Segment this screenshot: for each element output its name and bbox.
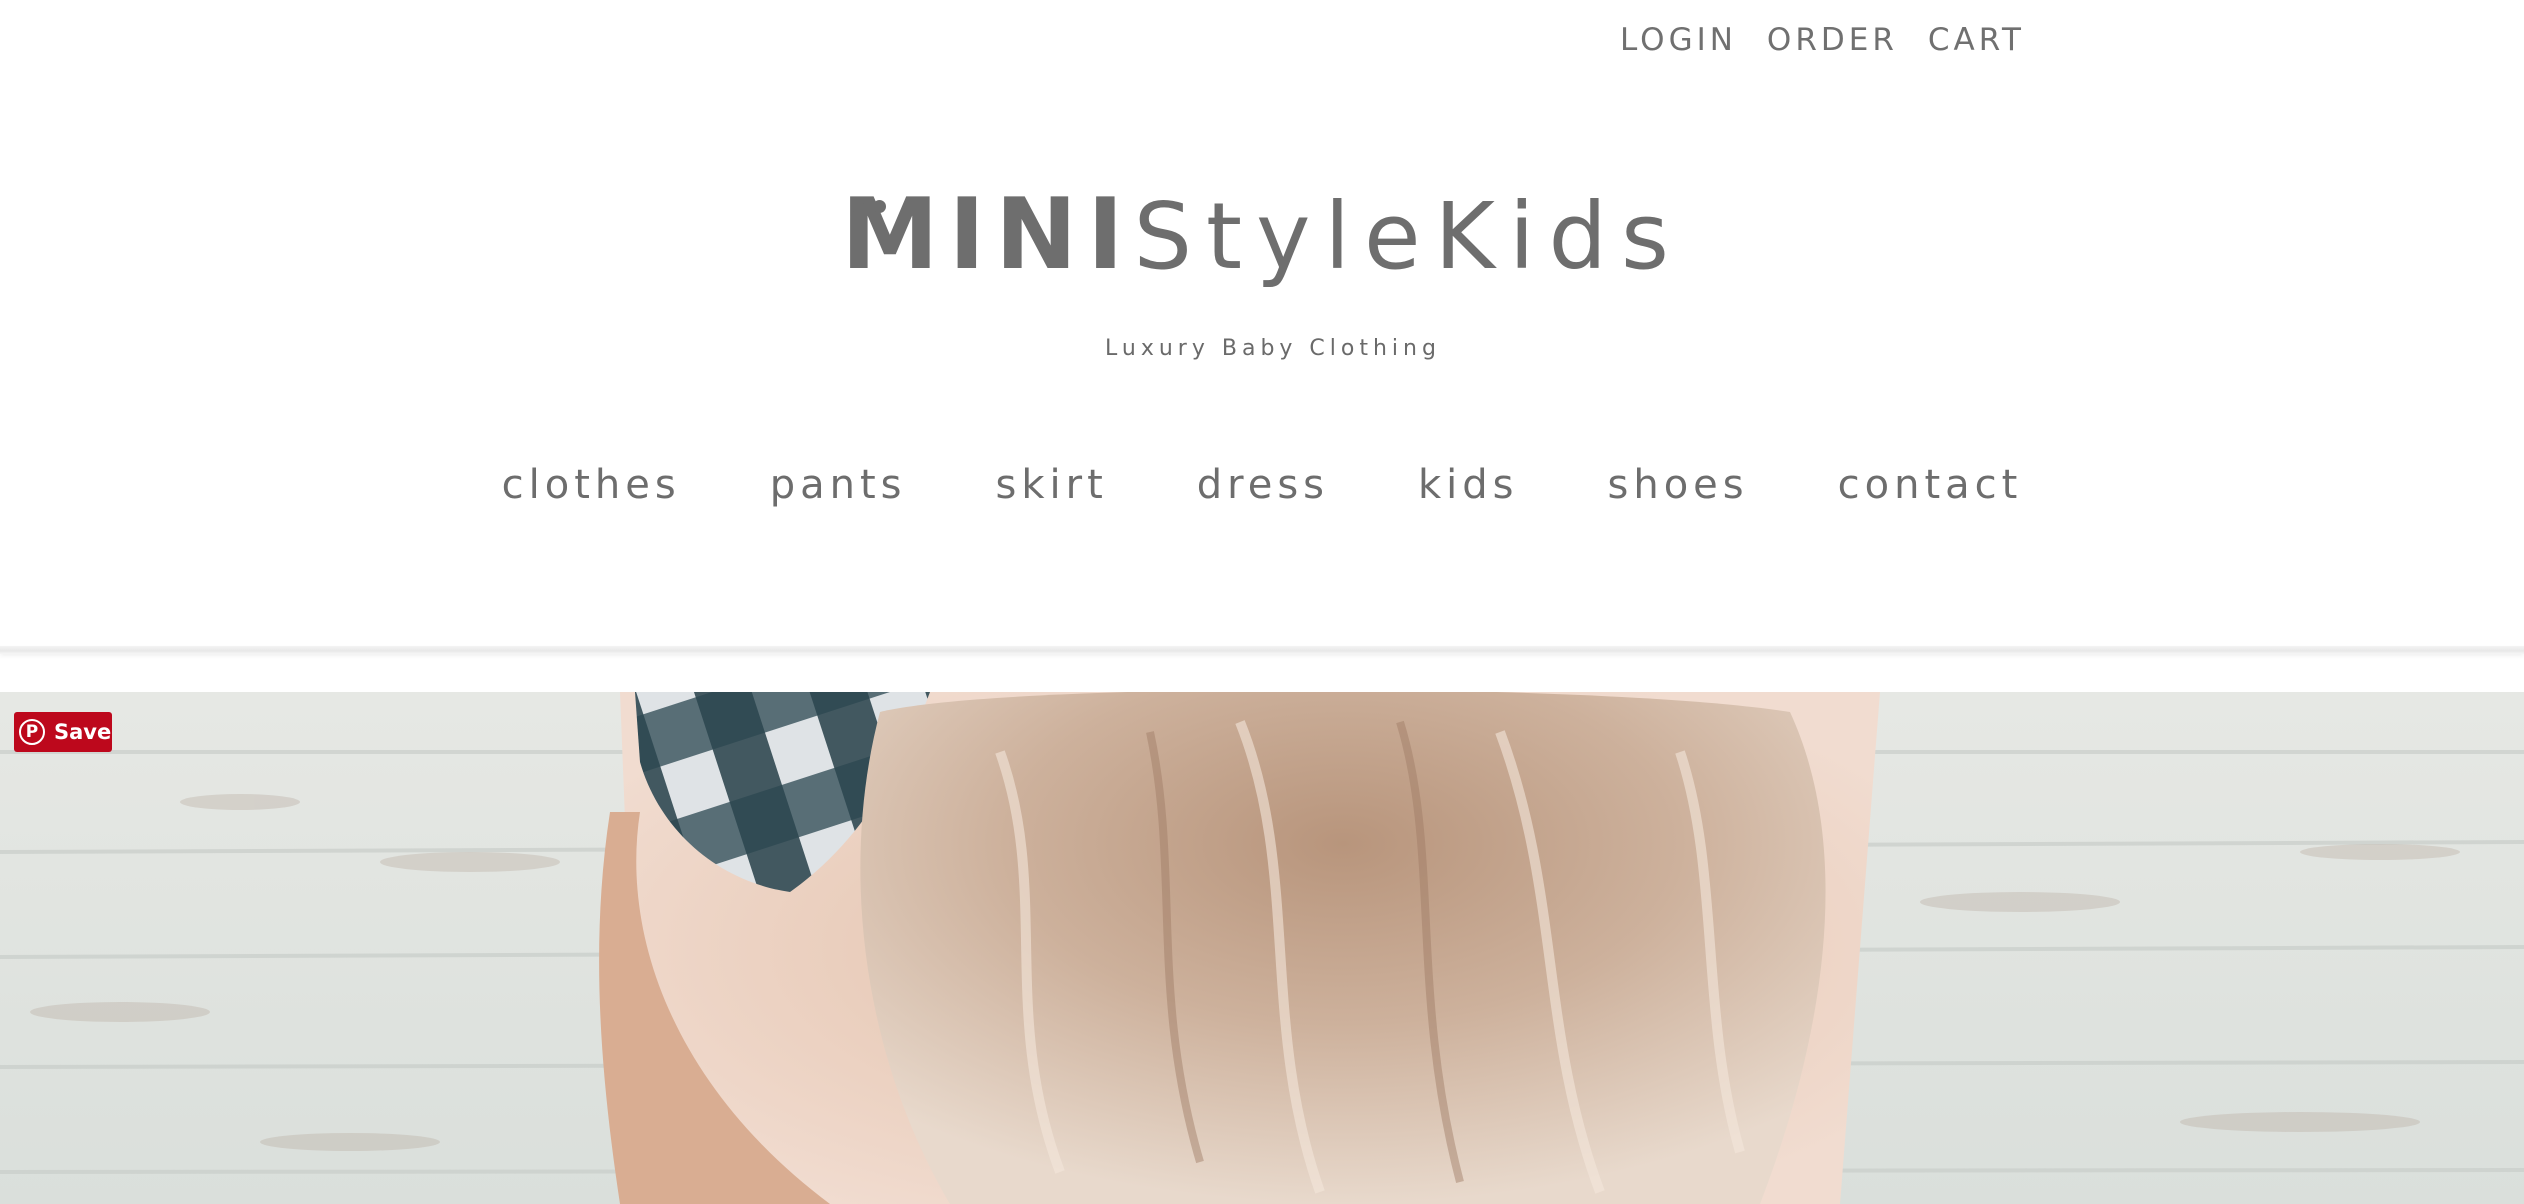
logo-mini-text: MINI (841, 178, 1134, 292)
cart-link[interactable]: CART (1928, 22, 2025, 58)
nav-item-pants[interactable]: pants (770, 462, 907, 508)
site-logo[interactable]: MINIStyleKids Luxury Baby Clothing (0, 180, 2524, 404)
nav-item-skirt[interactable]: skirt (996, 462, 1108, 508)
hero-photo-illustration (0, 692, 2524, 1204)
pinterest-save-button[interactable]: P Save (14, 712, 112, 752)
hero-image (0, 692, 2524, 1204)
pinterest-save-label: Save (54, 720, 112, 744)
main-nav: clothes pants skirt dress kids shoes con… (0, 462, 2524, 508)
order-link[interactable]: ORDER (1767, 22, 1898, 58)
utility-nav: LOGIN ORDER CART (1620, 22, 2025, 58)
pinterest-icon: P (19, 719, 45, 745)
nav-item-clothes[interactable]: clothes (502, 462, 681, 508)
nav-item-dress[interactable]: dress (1197, 462, 1329, 508)
logo-wordmark: MINIStyleKids Luxury Baby Clothing (841, 180, 1683, 404)
logo-stylekids-text: StyleKids (1133, 183, 1683, 290)
nav-item-shoes[interactable]: shoes (1608, 462, 1749, 508)
nav-item-contact[interactable]: contact (1838, 462, 2023, 508)
nav-item-kids[interactable]: kids (1418, 462, 1519, 508)
logo-dots (851, 200, 911, 214)
page: LOGIN ORDER CART MINIStyleKids Luxury Ba… (0, 0, 2524, 1204)
logo-tagline: Luxury Baby Clothing (1105, 336, 1441, 361)
login-link[interactable]: LOGIN (1620, 22, 1737, 58)
header-divider (0, 646, 2524, 654)
